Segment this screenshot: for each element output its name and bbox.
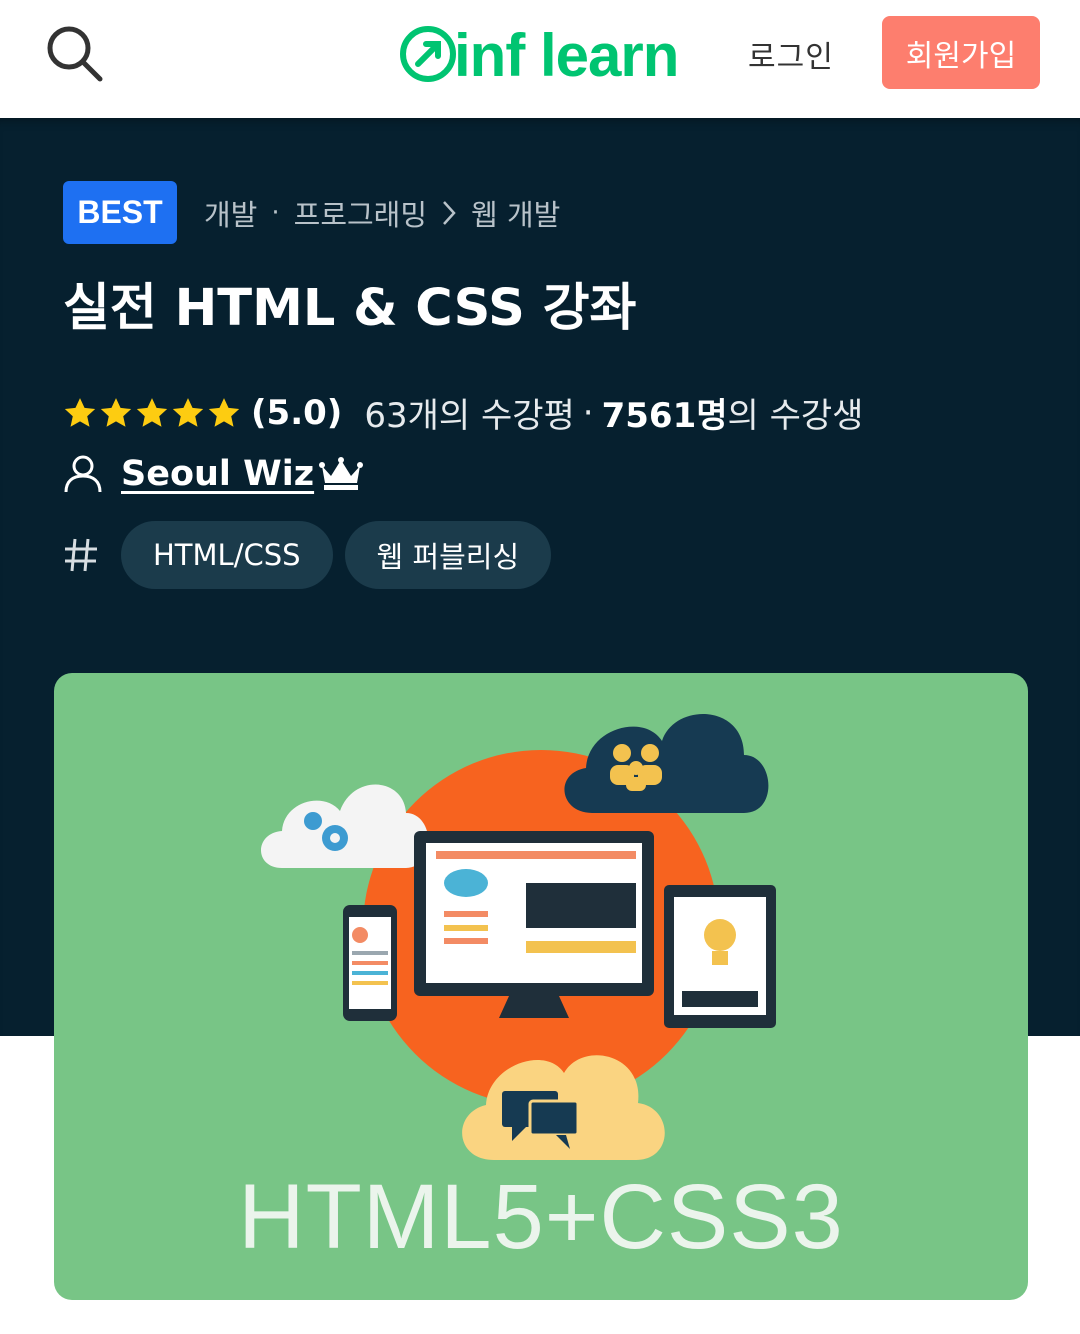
star-icon [136,397,168,427]
course-title: 실전 HTML & CSS 강좌 [63,279,637,338]
instructor-name-link[interactable]: Seoul Wiz [121,454,314,494]
review-count[interactable]: 63개의 수강평 [364,388,574,437]
signup-label: 회원가입 [905,38,1017,74]
hashtag-icon [65,538,97,572]
instructor: Seoul Wiz [63,454,364,494]
breadcrumb-dot: · [271,198,280,228]
star-icon [208,397,240,427]
star-icon [172,397,204,427]
tablet-icon [664,885,776,1028]
best-badge-label: BEST [77,194,163,230]
gear-cloud-icon [261,784,429,868]
tag-web-publishing[interactable]: 웹 퍼블리싱 [344,521,552,589]
star-icon [100,397,132,427]
top-navigation-bar: inf learn 로그인 회원가입 [0,0,1080,118]
student-label: 의 수강생 [727,396,864,436]
chevron-right-icon [443,201,456,225]
signup-button[interactable]: 회원가입 [882,16,1040,89]
tag-html-css[interactable]: HTML/CSS [121,521,333,589]
rating-score: (5.0) [251,392,343,433]
monitor-icon [414,831,654,1018]
tag-label: HTML/CSS [153,538,301,572]
star-icon [64,397,96,427]
rating-stars [63,396,241,430]
search-icon[interactable] [42,22,106,82]
breadcrumb-category[interactable]: 개발 [204,192,257,234]
best-badge: BEST [63,181,177,244]
course-thumbnail[interactable]: HTML5+CSS3 [54,673,1028,1300]
rating-summary: (5.0) 63개의 수강평 · 7561명 의 수강생 [63,388,863,437]
rating-separator: · [582,392,594,433]
person-icon [64,455,102,493]
thumbnail-label: HTML5+CSS3 [238,1166,844,1268]
inflearn-logo[interactable]: inf learn [398,20,688,86]
phone-icon [343,905,397,1021]
crown-icon [319,457,364,490]
breadcrumb: 개발 · 프로그래밍 웹 개발 [204,192,560,234]
tag-label: 웹 퍼블리싱 [376,540,520,574]
logo-text: inf learn [454,22,678,86]
course-tags: HTML/CSS 웹 퍼블리싱 [63,521,563,589]
breadcrumb-subcategory[interactable]: 프로그래밍 [294,192,427,234]
people-cloud-icon [564,714,769,813]
login-link[interactable]: 로그인 [748,32,834,76]
student-count: 7561명 [601,396,728,436]
breadcrumb-current[interactable]: 웹 개발 [471,192,560,234]
